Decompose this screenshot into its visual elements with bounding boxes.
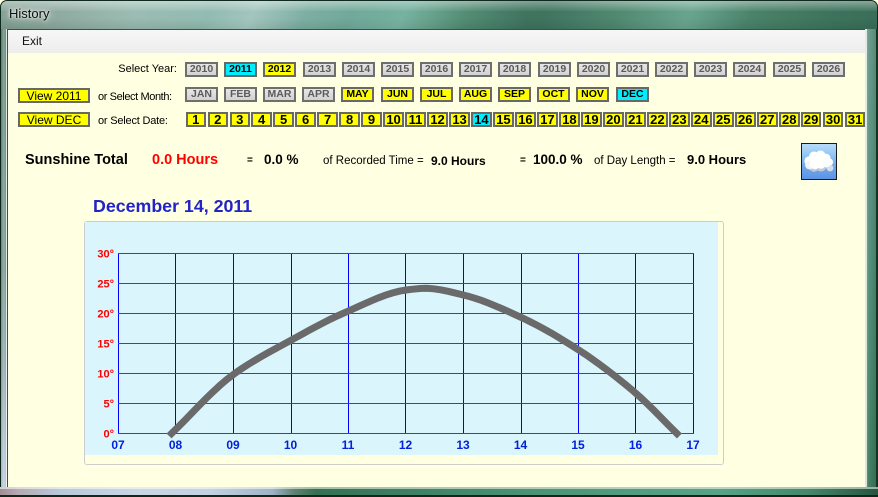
- svg-text:09: 09: [226, 438, 240, 452]
- svg-text:07: 07: [111, 438, 125, 452]
- svg-text:16: 16: [629, 438, 643, 452]
- svg-text:11: 11: [342, 438, 355, 452]
- svg-text:25°: 25°: [97, 279, 114, 291]
- svg-text:30°: 30°: [97, 249, 114, 261]
- svg-text:20°: 20°: [97, 309, 114, 321]
- svg-text:14: 14: [514, 438, 528, 452]
- svg-text:12: 12: [399, 438, 413, 452]
- svg-text:5°: 5°: [103, 399, 114, 411]
- svg-text:10°: 10°: [97, 369, 114, 381]
- svg-text:08: 08: [169, 438, 183, 452]
- svg-text:15°: 15°: [97, 339, 114, 351]
- svg-text:13: 13: [456, 438, 470, 452]
- svg-text:10: 10: [284, 438, 298, 452]
- svg-text:15: 15: [571, 438, 585, 452]
- svg-text:17: 17: [686, 438, 700, 452]
